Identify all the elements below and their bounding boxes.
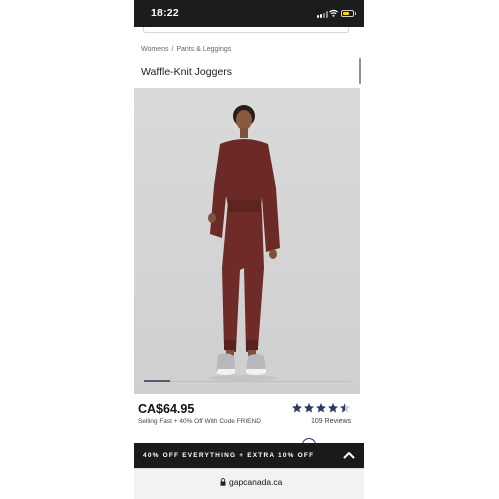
product-title: Waffle-Knit Joggers xyxy=(141,66,233,78)
breadcrumb: Womens / Pants & Leggings xyxy=(141,46,231,53)
phone-screen: 18:22 Womens / Pants & Leggings Waffle-K… xyxy=(134,0,364,499)
browser-url-bar[interactable]: gapcanada.ca xyxy=(134,468,364,499)
promo-text: Selling Fast + 40% Off With Code FRIEND xyxy=(138,418,261,425)
carousel-track xyxy=(144,381,350,382)
star-icon xyxy=(316,403,326,413)
chevron-up-icon[interactable] xyxy=(343,450,355,460)
review-count[interactable]: 109 Reviews xyxy=(311,418,351,425)
product-image[interactable] xyxy=(134,88,360,394)
carousel-indicator[interactable] xyxy=(144,380,170,382)
battery-icon xyxy=(341,10,354,17)
page-scrollbar[interactable] xyxy=(359,58,361,84)
lock-icon xyxy=(220,478,226,486)
star-icon xyxy=(328,403,338,413)
breadcrumb-separator: / xyxy=(171,46,174,53)
star-icon xyxy=(304,403,314,413)
product-price: CA$64.95 xyxy=(138,402,195,416)
status-time: 18:22 xyxy=(151,7,179,19)
wifi-icon xyxy=(329,9,338,17)
model-illustration xyxy=(134,88,360,394)
url-text[interactable]: gapcanada.ca xyxy=(229,477,282,487)
promo-banner[interactable]: 40% OFF EVERYTHING + EXTRA 10% OFF xyxy=(134,443,364,468)
search-bar[interactable] xyxy=(143,27,349,33)
banner-text: 40% OFF EVERYTHING + EXTRA 10% OFF xyxy=(143,452,315,459)
rating-stars[interactable] xyxy=(291,401,351,415)
breadcrumb-womens[interactable]: Womens xyxy=(141,46,169,53)
breadcrumb-pants-leggings[interactable]: Pants & Leggings xyxy=(176,46,231,53)
battery-cap xyxy=(355,12,356,15)
status-bar: 18:22 xyxy=(134,0,364,27)
star-half-icon xyxy=(340,403,350,413)
star-icon xyxy=(292,403,302,413)
signal-icon xyxy=(317,11,328,18)
